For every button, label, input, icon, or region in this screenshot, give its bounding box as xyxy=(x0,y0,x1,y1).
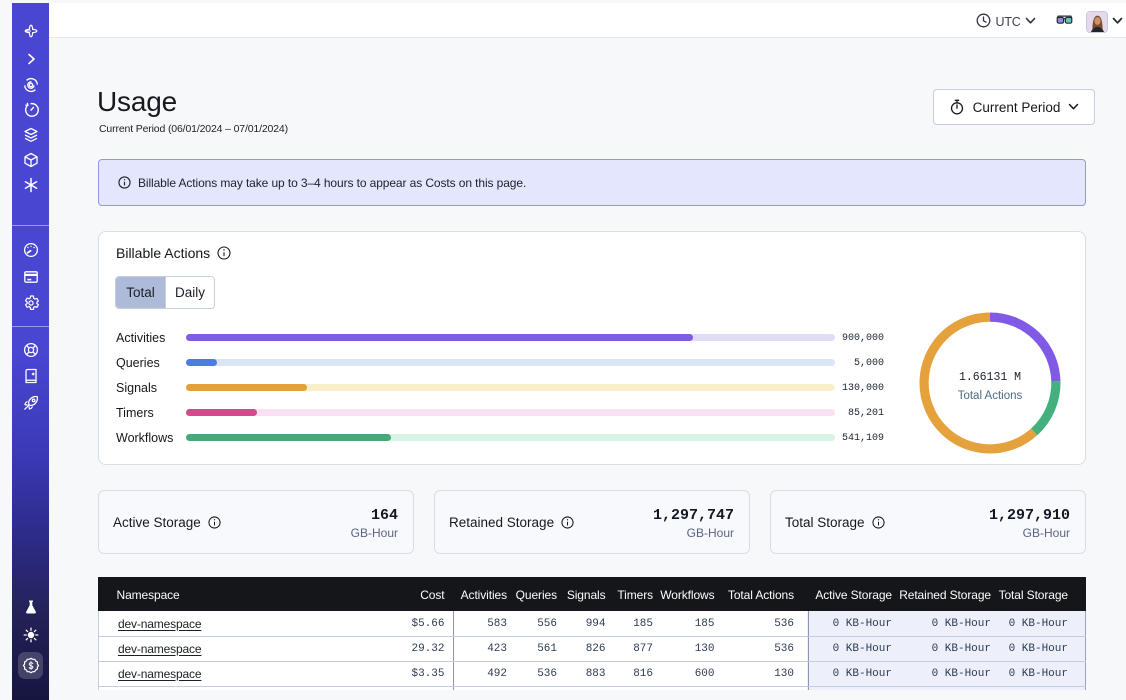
svg-text:1.66131 M: 1.66131 M xyxy=(959,371,1021,384)
svg-text:Total Actions: Total Actions xyxy=(958,390,1023,402)
